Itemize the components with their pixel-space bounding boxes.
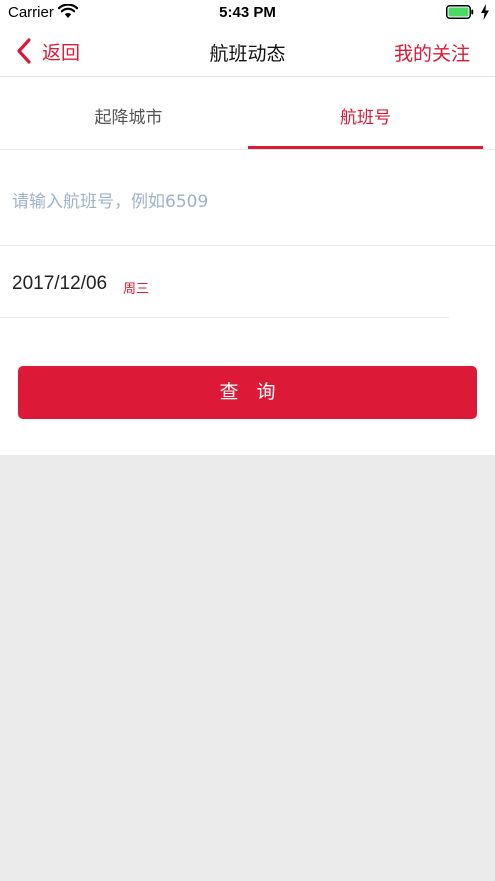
date-value: 2017/12/06 [12, 273, 108, 294]
tab-flight-number[interactable]: 航班号 [248, 77, 483, 149]
status-time: 5:43 PM [219, 4, 276, 21]
navigation-bar: 返回 航班动态 我的关注 [0, 26, 495, 77]
tab-departure-arrival-city[interactable]: 起降城市 [0, 77, 257, 149]
my-follow-button[interactable]: 我的关注 [394, 39, 470, 66]
empty-content-area [0, 455, 495, 881]
battery-icon [446, 5, 474, 19]
active-tab-indicator [248, 146, 483, 149]
weekday-label: 周三 [123, 282, 150, 297]
status-bar: Carrier 5:43 PM [0, 0, 495, 26]
date-picker-row[interactable]: 2017/12/06 周三 [0, 246, 449, 318]
flight-number-row [0, 150, 495, 246]
flight-number-input[interactable] [12, 188, 472, 216]
charging-bolt-icon [481, 4, 489, 20]
search-mode-tabs: 起降城市 航班号 [0, 77, 495, 150]
query-button[interactable]: 查询 [18, 366, 477, 419]
